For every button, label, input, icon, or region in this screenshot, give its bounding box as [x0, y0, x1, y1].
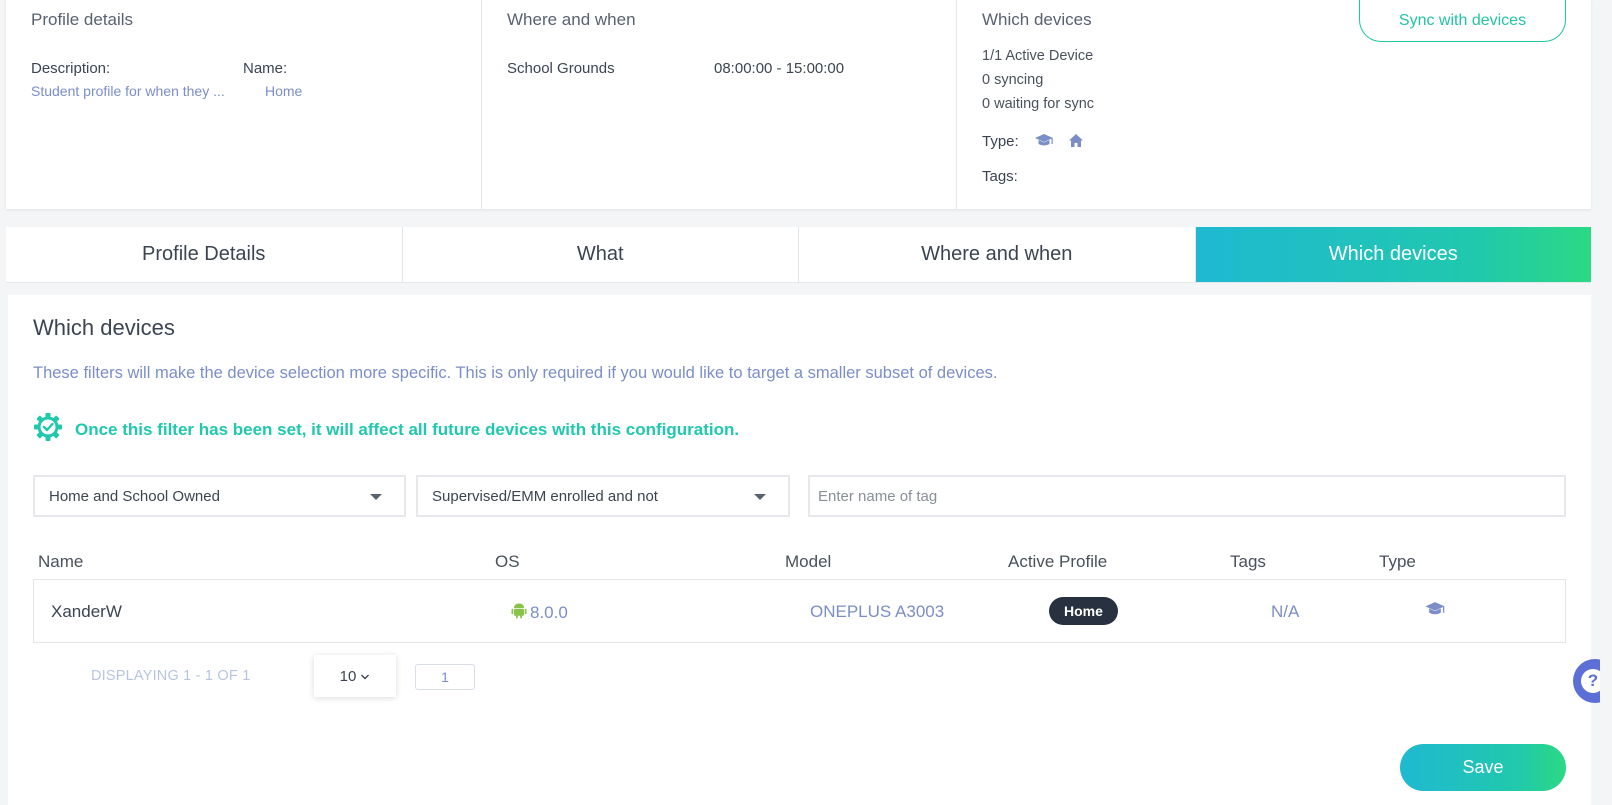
profile-summary-card: Profile details Description: Student pro…: [6, 0, 1591, 209]
syncing-count: 0 syncing: [982, 72, 1044, 88]
name-label: Name:: [243, 60, 288, 77]
caret-down-icon: [370, 494, 382, 500]
name-value: Home: [265, 83, 303, 99]
badge-check-icon: [33, 412, 63, 447]
location-value: School Grounds: [507, 60, 615, 77]
device-tags[interactable]: N/A: [1271, 602, 1299, 622]
pagination-status: DISPLAYING 1 - 1 OF 1: [91, 668, 251, 684]
column-header-active-profile[interactable]: Active Profile: [1008, 552, 1107, 572]
device-os-version: 8.0.0: [530, 602, 568, 622]
column-header-model[interactable]: Model: [785, 552, 831, 572]
ownership-select-value: Home and School Owned: [49, 487, 220, 505]
tab-what[interactable]: What: [403, 227, 799, 282]
chevron-down-icon: [360, 668, 370, 685]
ownership-select[interactable]: Home and School Owned: [33, 475, 406, 517]
device-name[interactable]: XanderW: [51, 602, 122, 622]
page-size-select[interactable]: 10: [314, 655, 396, 697]
page-size-value: 10: [339, 667, 357, 685]
type-icons: [1034, 133, 1084, 149]
waiting-count: 0 waiting for sync: [982, 96, 1095, 112]
tags-label: Tags:: [982, 168, 1018, 185]
device-os: 8.0.0: [511, 601, 568, 624]
filter-notice-text: Once this filter has been set, it will a…: [75, 419, 740, 439]
panel-title: Which devices: [33, 315, 175, 340]
active-profile-badge: Home: [1049, 597, 1118, 625]
filter-notice: Once this filter has been set, it will a…: [33, 412, 739, 447]
time-range-value: 08:00:00 - 15:00:00: [714, 60, 845, 77]
tab-where-and-when[interactable]: Where and when: [799, 227, 1196, 282]
description-label: Description:: [31, 60, 111, 77]
android-icon: [511, 601, 527, 624]
column-header-tags[interactable]: Tags: [1230, 552, 1266, 572]
supervision-select-value: Supervised/EMM enrolled and not: [432, 487, 658, 505]
which-devices-section: Which devices 1/1 Active Device 0 syncin…: [957, 0, 1591, 209]
where-when-section: Where and when School Grounds 08:00:00 -…: [482, 0, 957, 209]
which-devices-panel: Which devices These filters will make th…: [8, 295, 1591, 805]
page-number-button[interactable]: 1: [415, 664, 475, 690]
table-row[interactable]: XanderW 8.0.0 ONEPLUS A3003 Home N/A: [33, 579, 1566, 643]
profile-details-title: Profile details: [31, 10, 134, 29]
tag-name-input[interactable]: [808, 475, 1566, 517]
panel-description: These filters will make the device selec…: [33, 364, 998, 382]
profile-tabs: Profile Details What Where and when Whic…: [6, 227, 1591, 283]
device-model[interactable]: ONEPLUS A3003: [810, 602, 944, 622]
column-header-type[interactable]: Type: [1379, 552, 1416, 572]
column-header-os[interactable]: OS: [495, 552, 520, 572]
profile-details-section: Profile details Description: Student pro…: [6, 0, 482, 209]
graduation-cap-icon: [1424, 601, 1446, 623]
active-devices-count: 1/1 Active Device: [982, 48, 1094, 64]
which-devices-title: Which devices: [982, 10, 1092, 29]
tab-which-devices[interactable]: Which devices: [1195, 227, 1591, 282]
home-icon: [1068, 133, 1084, 149]
caret-down-icon: [754, 494, 766, 500]
supervision-select[interactable]: Supervised/EMM enrolled and not: [416, 475, 790, 517]
page-scrollbar[interactable]: [1600, 0, 1612, 805]
column-header-name[interactable]: Name: [38, 552, 83, 572]
type-label: Type:: [982, 133, 1019, 150]
sync-with-devices-button[interactable]: Sync with devices: [1359, 0, 1566, 42]
description-value: Student profile for when they ...: [31, 83, 225, 99]
graduation-cap-icon: [1034, 133, 1054, 149]
tab-profile-details[interactable]: Profile Details: [6, 227, 403, 282]
save-button[interactable]: Save: [1400, 744, 1566, 791]
where-when-title: Where and when: [507, 10, 636, 29]
